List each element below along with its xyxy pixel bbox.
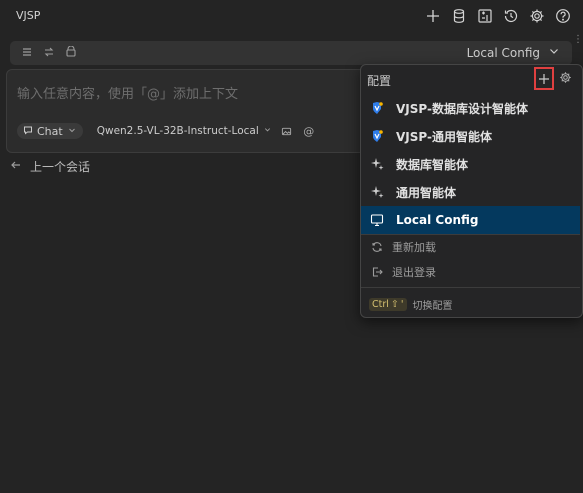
config-item-label: 数据库智能体 bbox=[396, 157, 469, 172]
vjsp-logo-icon bbox=[370, 129, 384, 143]
reload-action[interactable]: 重新加载 bbox=[361, 235, 580, 259]
config-item-local-config[interactable]: Local Config bbox=[361, 206, 580, 234]
top-toolbar bbox=[423, 6, 573, 26]
previous-session-label: 上一个会话 bbox=[30, 160, 91, 174]
sparkle-icon bbox=[370, 185, 384, 199]
mode-label: Chat bbox=[37, 124, 63, 138]
input-toolbar: Chat Qwen2.5-VL-32B-Instruct-Local @ bbox=[17, 123, 316, 139]
history-icon[interactable] bbox=[501, 6, 521, 26]
add-config-button[interactable] bbox=[534, 67, 554, 90]
gear-icon[interactable] bbox=[527, 6, 547, 26]
config-bar: Local Config bbox=[10, 41, 572, 65]
config-selector-label: Local Config bbox=[466, 45, 540, 60]
help-icon[interactable] bbox=[553, 6, 573, 26]
model-selector[interactable]: Qwen2.5-VL-32B-Instruct-Local bbox=[97, 125, 272, 137]
database-icon[interactable] bbox=[449, 6, 469, 26]
dropdown-divider bbox=[361, 287, 580, 288]
chat-bubble-icon bbox=[23, 125, 33, 138]
image-icon[interactable] bbox=[280, 124, 294, 138]
config-item-vjsp-general-agent[interactable]: VJSP-通用智能体 bbox=[361, 122, 580, 150]
config-selector[interactable]: Local Config bbox=[467, 45, 560, 60]
reload-label: 重新加载 bbox=[392, 241, 436, 254]
list-icon[interactable] bbox=[20, 45, 34, 59]
arrow-left-icon bbox=[10, 159, 22, 174]
plus-icon[interactable] bbox=[423, 6, 443, 26]
chevron-down-icon bbox=[67, 125, 77, 138]
previous-session-link[interactable]: 上一个会话 bbox=[10, 158, 90, 175]
reload-icon bbox=[371, 241, 383, 253]
monitor-icon bbox=[370, 213, 384, 227]
config-item-vjsp-db-agent[interactable]: VJSP-数据库设计智能体 bbox=[361, 94, 580, 122]
diff-icon[interactable] bbox=[475, 6, 495, 26]
mode-selector[interactable]: Chat bbox=[17, 123, 83, 139]
dropdown-footer: Ctrl ⇧ ' 切换配置 bbox=[369, 297, 453, 312]
shortcut-key: Ctrl ⇧ ' bbox=[369, 298, 407, 311]
mention-icon[interactable]: @ bbox=[302, 124, 316, 138]
config-item-label: Local Config bbox=[396, 213, 479, 227]
config-item-label: VJSP-数据库设计智能体 bbox=[396, 101, 528, 116]
chat-input-placeholder[interactable]: 输入任意内容，使用「@」添加上下文 bbox=[17, 83, 238, 102]
logout-action[interactable]: 退出登录 bbox=[361, 260, 580, 284]
config-item-label: VJSP-通用智能体 bbox=[396, 129, 492, 144]
chevron-down-icon bbox=[263, 125, 272, 137]
title-bar: VJSP bbox=[0, 0, 583, 34]
dropdown-title: 配置 bbox=[367, 74, 392, 88]
config-item-db-agent[interactable]: 数据库智能体 bbox=[361, 150, 580, 178]
swap-icon[interactable] bbox=[42, 45, 56, 59]
logout-icon bbox=[371, 266, 383, 278]
gear-icon[interactable] bbox=[559, 71, 573, 85]
dropdown-header: 配置 bbox=[361, 65, 582, 93]
package-icon[interactable] bbox=[64, 45, 78, 59]
config-dropdown: 配置 VJSP-数据库设计智能体 VJSP-通用智能体 数据库智能体 通用智能体 bbox=[360, 64, 583, 318]
edge-overflow-icon: ⋮ bbox=[573, 34, 583, 45]
logout-label: 退出登录 bbox=[392, 266, 436, 279]
sparkle-icon bbox=[370, 157, 384, 171]
chevron-down-icon bbox=[548, 45, 560, 60]
shortcut-label: 切换配置 bbox=[412, 301, 453, 312]
app-title: VJSP bbox=[16, 9, 41, 22]
model-label: Qwen2.5-VL-32B-Instruct-Local bbox=[96, 125, 259, 137]
config-item-label: 通用智能体 bbox=[396, 185, 457, 200]
config-item-general-agent[interactable]: 通用智能体 bbox=[361, 178, 580, 206]
vjsp-logo-icon bbox=[370, 101, 384, 115]
